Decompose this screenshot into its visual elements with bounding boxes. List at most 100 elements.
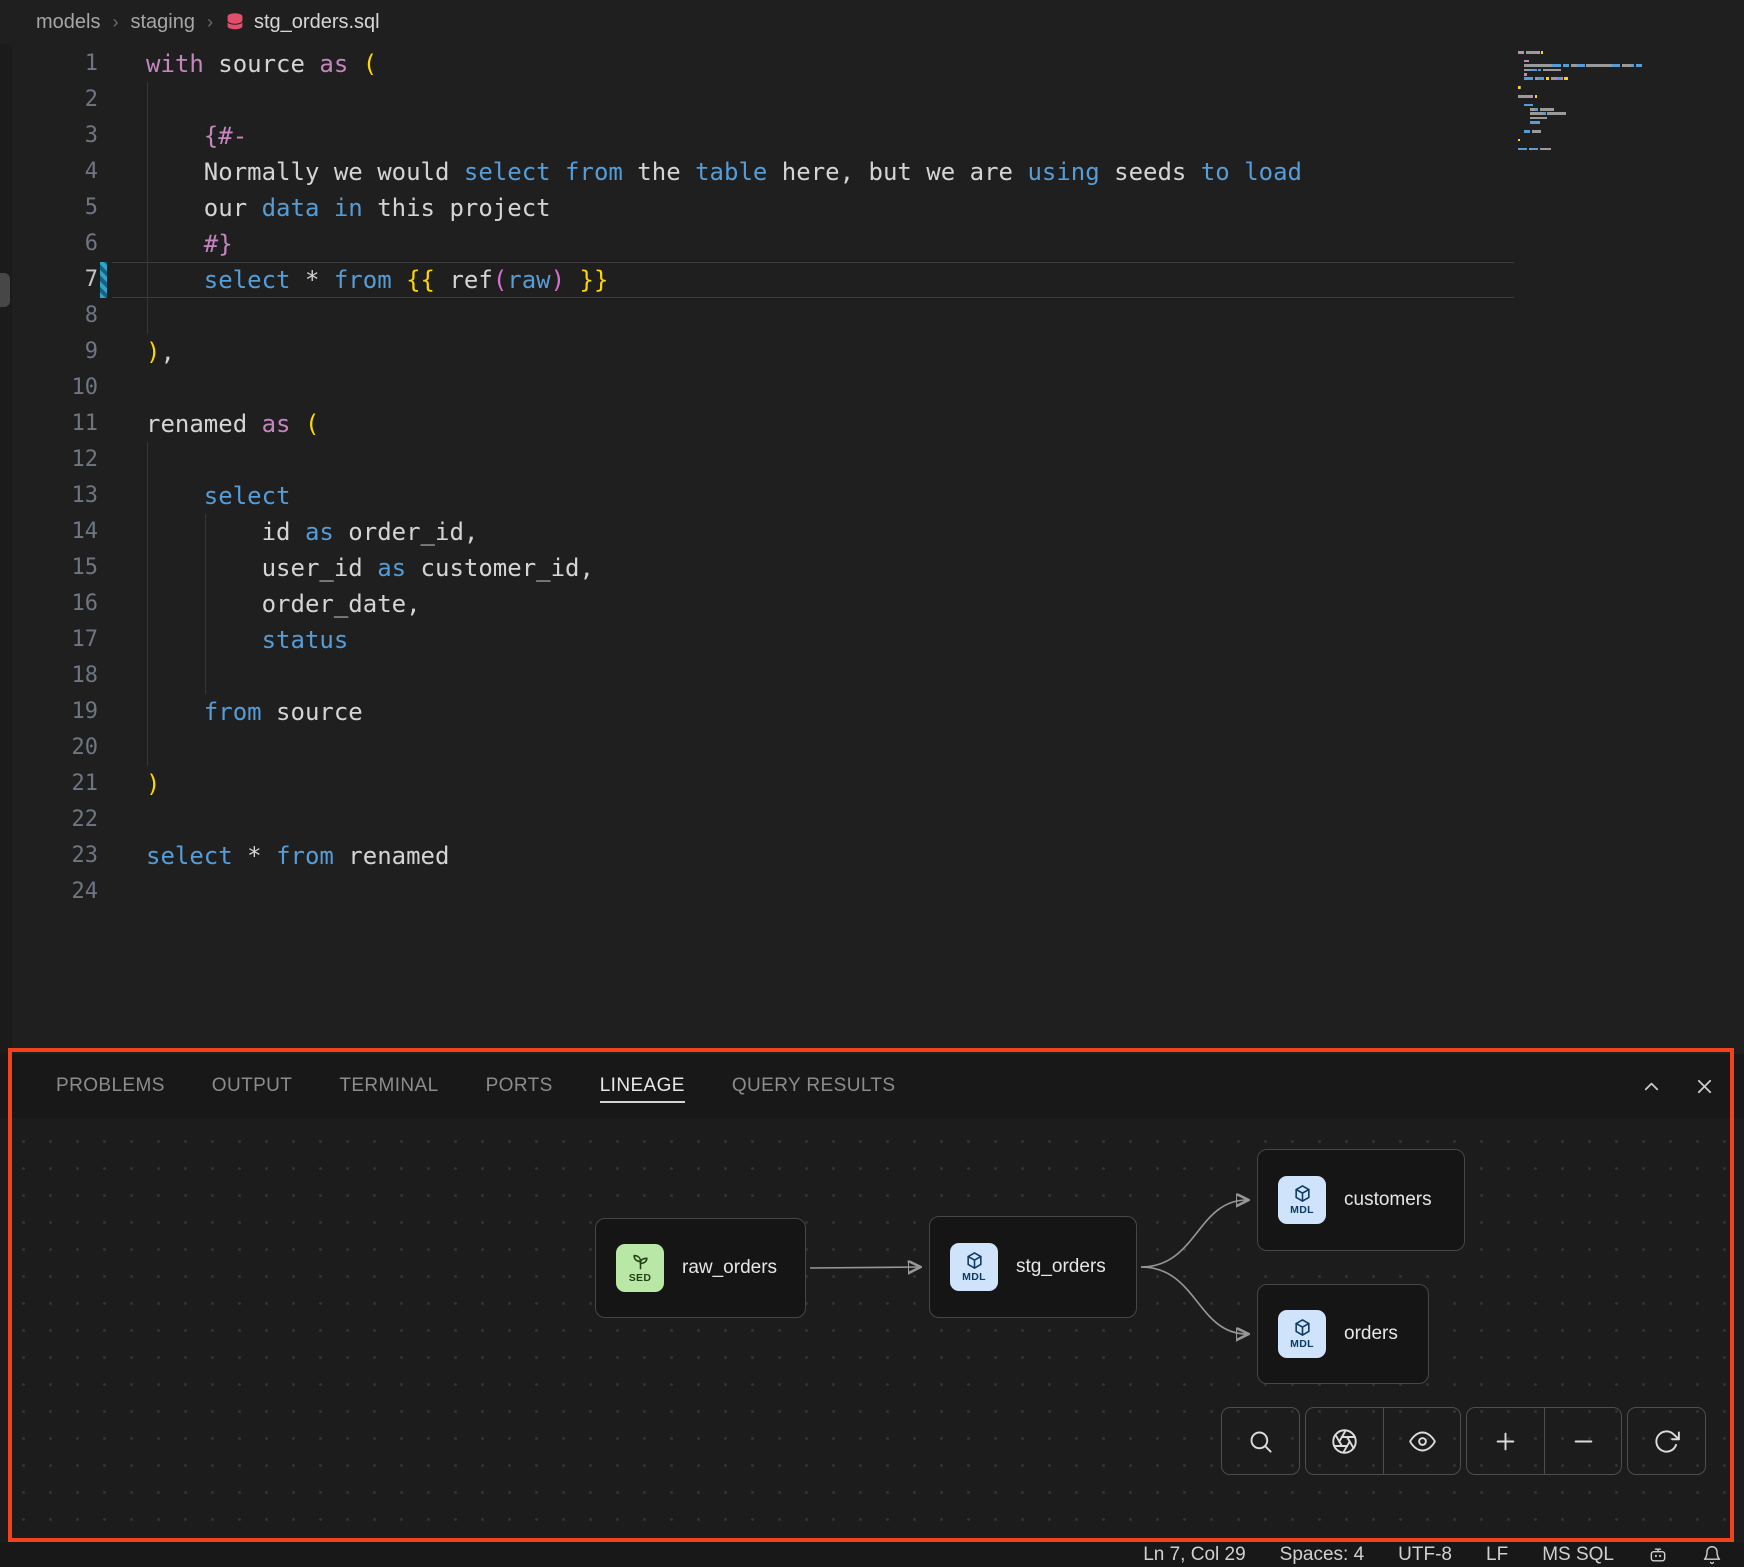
code-line[interactable]: 12 <box>0 442 1744 478</box>
tab-terminal[interactable]: TERMINAL <box>339 1054 438 1118</box>
line-number[interactable]: 3 <box>0 118 98 154</box>
lineage-node-orders[interactable]: MDLorders <box>1257 1284 1429 1384</box>
line-number[interactable]: 19 <box>0 694 98 730</box>
line-number[interactable]: 9 <box>0 334 98 370</box>
breadcrumb-separator: › <box>112 12 118 33</box>
lineage-canvas[interactable]: SEDraw_ordersMDLstg_ordersMDLcustomersMD… <box>0 1118 1744 1542</box>
status-language-mode[interactable]: MS SQL <box>1542 1544 1614 1566</box>
code-line-text: id as order_id, <box>98 514 478 550</box>
breadcrumb-item-staging[interactable]: staging <box>130 11 195 34</box>
code-line-text: select * from {{ ref(raw) }} <box>98 262 608 298</box>
status-indentation[interactable]: Spaces: 4 <box>1280 1544 1365 1566</box>
model-icon: MDL <box>1278 1176 1326 1224</box>
aperture-button[interactable] <box>1306 1408 1383 1474</box>
code-line[interactable]: 21) <box>0 766 1744 802</box>
minimap[interactable] <box>1518 50 1718 155</box>
code-line[interactable]: 17 status <box>0 622 1744 658</box>
code-line[interactable]: 18 <box>0 658 1744 694</box>
line-number[interactable]: 18 <box>0 658 98 694</box>
code-line-text: from source <box>98 694 363 730</box>
line-number[interactable]: 24 <box>0 874 98 910</box>
code-line[interactable]: 22 <box>0 802 1744 838</box>
line-number[interactable]: 16 <box>0 586 98 622</box>
status-cursor-position[interactable]: Ln 7, Col 29 <box>1143 1544 1245 1566</box>
line-number[interactable]: 20 <box>0 730 98 766</box>
code-line[interactable]: 20 <box>0 730 1744 766</box>
status-bar: Ln 7, Col 29 Spaces: 4 UTF-8 LF MS SQL <box>0 1542 1744 1567</box>
code-editor[interactable]: 1with source as (23 {#-4 Normally we wou… <box>0 44 1744 1054</box>
tab-problems[interactable]: PROBLEMS <box>56 1054 165 1118</box>
line-number[interactable]: 15 <box>0 550 98 586</box>
lineage-node-label: raw_orders <box>682 1257 777 1279</box>
zoom-in-button[interactable] <box>1467 1408 1544 1474</box>
line-number[interactable]: 2 <box>0 82 98 118</box>
line-number[interactable]: 1 <box>0 46 98 82</box>
bell-icon[interactable] <box>1702 1545 1722 1565</box>
line-number[interactable]: 10 <box>0 370 98 406</box>
code-line[interactable]: 24 <box>0 874 1744 910</box>
code-line-text: Normally we would select from the table … <box>98 154 1302 190</box>
line-number[interactable]: 12 <box>0 442 98 478</box>
status-eol[interactable]: LF <box>1486 1544 1508 1566</box>
code-line-text <box>98 370 146 406</box>
eye-button[interactable] <box>1383 1408 1460 1474</box>
code-line-text: renamed as ( <box>98 406 319 442</box>
line-number[interactable]: 8 <box>0 298 98 334</box>
tab-ports[interactable]: PORTS <box>486 1054 553 1118</box>
line-number[interactable]: 23 <box>0 838 98 874</box>
line-number[interactable]: 13 <box>0 478 98 514</box>
code-line[interactable]: 19 from source <box>0 694 1744 730</box>
tab-output[interactable]: OUTPUT <box>212 1054 293 1118</box>
toolbar-group <box>1466 1407 1622 1475</box>
code-line[interactable]: 4 Normally we would select from the tabl… <box>0 154 1744 190</box>
search-icon <box>1247 1428 1274 1455</box>
breadcrumb-item-models[interactable]: models <box>36 11 100 34</box>
vscode-window: models › staging › stg_orders.sql 1with … <box>0 0 1744 1567</box>
search-button[interactable] <box>1222 1408 1299 1474</box>
code-line-text: #} <box>98 226 233 262</box>
code-line[interactable]: 2 <box>0 82 1744 118</box>
lineage-node-raw_orders[interactable]: SED raw_orders <box>595 1218 806 1318</box>
code-line[interactable]: 1with source as ( <box>0 46 1744 82</box>
code-line[interactable]: 9), <box>0 334 1744 370</box>
code-line-text <box>98 658 146 694</box>
line-number[interactable]: 17 <box>0 622 98 658</box>
chevron-up-icon[interactable] <box>1640 1075 1663 1098</box>
line-number[interactable]: 21 <box>0 766 98 802</box>
line-number[interactable]: 4 <box>0 154 98 190</box>
code-line[interactable]: 3 {#- <box>0 118 1744 154</box>
lineage-node-customers[interactable]: MDLcustomers <box>1257 1149 1465 1251</box>
lineage-edges <box>0 1118 1744 1542</box>
tab-query-results[interactable]: QUERY RESULTS <box>732 1054 896 1118</box>
left-edge-handle[interactable] <box>0 273 10 307</box>
tab-lineage[interactable]: LINEAGE <box>600 1054 685 1118</box>
zoom-out-button[interactable] <box>1544 1408 1621 1474</box>
code-line[interactable]: 11renamed as ( <box>0 406 1744 442</box>
code-line[interactable]: 7 select * from {{ ref(raw) }} <box>0 262 1744 298</box>
line-number[interactable]: 11 <box>0 406 98 442</box>
code-line[interactable]: 8 <box>0 298 1744 334</box>
status-encoding[interactable]: UTF-8 <box>1398 1544 1452 1566</box>
seed-icon: SED <box>616 1244 664 1292</box>
refresh-button[interactable] <box>1628 1408 1705 1474</box>
code-line[interactable]: 16 order_date, <box>0 586 1744 622</box>
copilot-icon[interactable] <box>1648 1545 1668 1565</box>
code-line[interactable]: 10 <box>0 370 1744 406</box>
line-number[interactable]: 14 <box>0 514 98 550</box>
line-number[interactable]: 6 <box>0 226 98 262</box>
model-icon: MDL <box>1278 1310 1326 1358</box>
code-line[interactable]: 15 user_id as customer_id, <box>0 550 1744 586</box>
close-icon[interactable] <box>1693 1075 1716 1098</box>
lineage-node-stg_orders[interactable]: MDLstg_orders <box>929 1216 1137 1318</box>
code-line[interactable]: 5 our data in this project <box>0 190 1744 226</box>
line-number[interactable]: 22 <box>0 802 98 838</box>
code-line-text: ) <box>98 766 160 802</box>
code-line[interactable]: 13 select <box>0 478 1744 514</box>
line-number[interactable]: 7 <box>0 262 98 298</box>
breadcrumb-item-file[interactable]: stg_orders.sql <box>225 11 380 34</box>
code-line[interactable]: 6 #} <box>0 226 1744 262</box>
code-line[interactable]: 23select * from renamed <box>0 838 1744 874</box>
code-line-text: status <box>98 622 348 658</box>
line-number[interactable]: 5 <box>0 190 98 226</box>
code-line[interactable]: 14 id as order_id, <box>0 514 1744 550</box>
